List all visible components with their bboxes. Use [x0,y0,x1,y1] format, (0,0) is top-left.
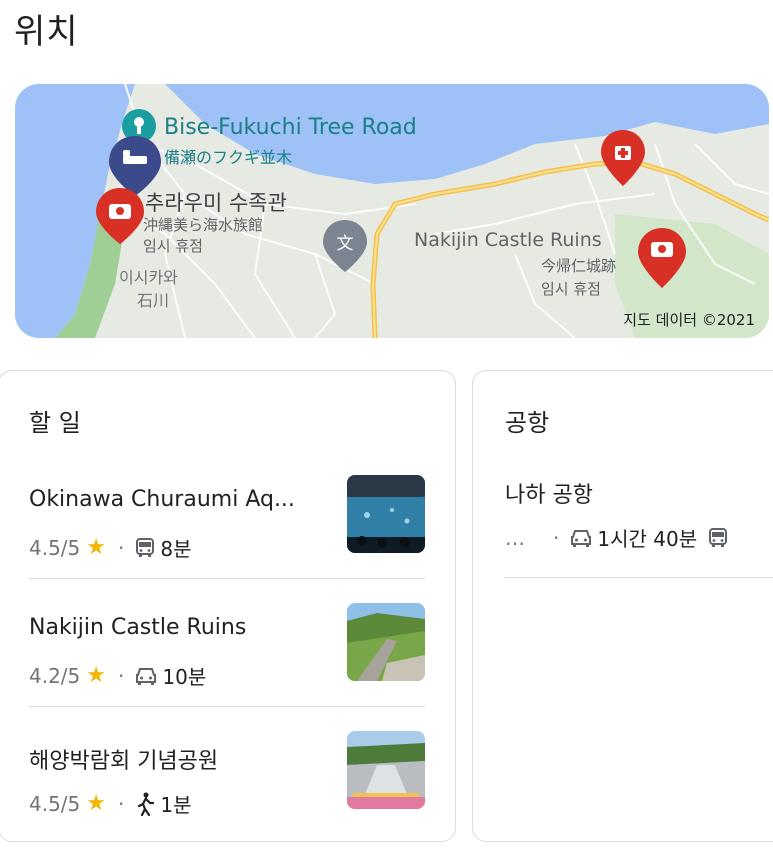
car-icon [571,529,592,547]
travel-time: 8분 [160,537,192,561]
star-icon: ★ [86,535,107,560]
map-copyright: 지도 데이터 ©2021 [623,311,755,329]
divider [505,577,773,578]
map-label-castle-status: 임시 휴점 [541,280,601,298]
place-meta: 4.2/5 ★ · 10분 [29,661,206,690]
things-to-do-heading: 할 일 [29,409,81,437]
map-label-castle: Nakijin Castle Ruins [414,229,602,251]
separator-dot: · [118,663,125,688]
map-label-aquarium-jp: 沖縄美ら海水族館 [143,216,264,234]
bus-icon [709,527,728,547]
map-label-aquarium-status: 임시 휴점 [143,237,203,255]
airport-card: 공항 나하 공항 … · 1시간 40분 [472,370,773,842]
airport-heading: 공항 [505,409,550,437]
list-item[interactable]: Nakijin Castle Ruins 4.2/5 ★ · 10분 [29,603,425,731]
map-label-ishikawa: 이시카와 [119,268,178,287]
separator-dot: · [118,791,125,816]
travel-time: 10분 [162,665,207,689]
place-name: 해양박람회 기념공원 [29,749,219,774]
airport-meta: … · 1시간 40분 [505,523,729,552]
car-icon [136,667,157,685]
svg-text:文: 文 [337,234,354,254]
place-meta: 4.5/5 ★ · 8분 [29,533,192,562]
rating-value: 4.5/5 [29,535,81,560]
rating-value: 4.5/5 [29,791,81,816]
star-icon: ★ [86,663,107,688]
map-label-ishikawa-jp: 石川 [137,291,170,310]
place-photo [347,475,425,553]
location-map[interactable]: 文 Bise-Fukuchi Tree Road 備瀬のフクギ並木 추라우미 수… [15,84,769,338]
separator-dot: · [553,525,560,550]
map-label-aquarium: 추라우미 수족관 [145,191,287,215]
airport-ellipsis: … [505,525,525,550]
separator-dot: · [118,535,125,560]
divider [29,578,425,579]
list-item[interactable]: Okinawa Churaumi Aq... 4.5/5 ★ · 8분 [29,475,425,603]
place-photo [347,603,425,681]
place-meta: 4.5/5 ★ · 1분 [29,789,192,818]
star-icon: ★ [86,791,107,816]
bus-icon [136,537,155,557]
map-label-tree-road: Bise-Fukuchi Tree Road [164,115,417,140]
place-photo [347,731,425,809]
place-name: Nakijin Castle Ruins [29,615,247,640]
place-name: Okinawa Churaumi Aq... [29,487,295,512]
airport-name[interactable]: 나하 공항 [505,477,593,509]
travel-time: 1시간 40분 [597,527,698,551]
rating-value: 4.2/5 [29,663,81,688]
page-title: 위치 [14,12,79,52]
divider [29,706,425,707]
list-item[interactable]: 해양박람회 기념공원 4.5/5 ★ · 1분 [29,731,425,859]
travel-time: 1분 [160,793,192,817]
map-label-castle-jp: 今帰仁城跡 [541,257,617,275]
map-label-tree-road-jp: 備瀬のフクギ並木 [164,148,293,167]
walk-icon [138,792,155,816]
things-to-do-card: 할 일 Okinawa Churaumi Aq... 4.5/5 ★ · 8분 [0,370,456,842]
